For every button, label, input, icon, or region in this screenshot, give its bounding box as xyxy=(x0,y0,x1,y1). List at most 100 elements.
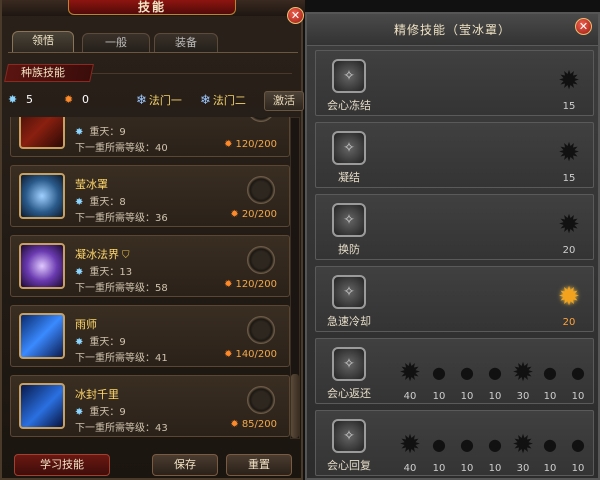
node-icon[interactable]: ✹ xyxy=(557,68,581,94)
node-value: 30 xyxy=(516,463,530,474)
skill-requirement: 下一重所需等级：36 xyxy=(75,213,168,224)
star-icon: ✸ xyxy=(75,127,84,138)
skill-stat: ✸ 重天：13 xyxy=(75,267,133,278)
node-icon[interactable]: ● xyxy=(457,435,477,455)
node-icon[interactable]: ● xyxy=(485,363,505,383)
tab-equipment[interactable]: 装备 xyxy=(154,33,218,53)
star-icon: ✸ xyxy=(75,267,84,278)
node-icon[interactable]: ● xyxy=(568,363,588,383)
node-icon[interactable]: ✹ xyxy=(557,284,581,310)
skill-name: 雨师 xyxy=(75,318,97,331)
snowflake-icon: ❄ xyxy=(200,93,211,108)
refine-name: 会心回复 xyxy=(327,459,371,472)
node-value: 20 xyxy=(562,245,576,256)
refine-row: ✧ 会心返还 ✹ ● ● ● ✹ ● ● 40 10 10 10 30 10 1… xyxy=(315,338,594,404)
node-icon[interactable]: ✹ xyxy=(557,140,581,166)
rune-icon: ✧ xyxy=(332,59,366,93)
star-icon: ✸ xyxy=(75,337,84,348)
node-value: 10 xyxy=(543,391,557,402)
skill-card[interactable]: 冰封千里 ✸ 重天：9 下一重所需等级：43 ✹ 85/200 xyxy=(10,375,290,437)
skill-cost: ✹ 120/200 xyxy=(224,279,277,290)
flame-icon: ✹ xyxy=(230,419,239,430)
upgrade-ring[interactable] xyxy=(247,246,275,274)
refine-row: ✧ 会心冻结 ✹ 15 xyxy=(315,50,594,116)
refine-title: 精修技能（莹冰罩） xyxy=(307,14,598,46)
skill-list-scrollbar[interactable] xyxy=(290,117,300,439)
skill-requirement: 下一重所需等级：41 xyxy=(75,353,168,364)
school-two-button[interactable]: ❄ 法门二 xyxy=(200,92,246,110)
race-skill-label: 种族技能 xyxy=(21,66,65,79)
upgrade-ring[interactable] xyxy=(247,176,275,204)
skill-card[interactable]: 雨师 ✸ 重天：9 下一重所需等级：41 ✹ 140/200 xyxy=(10,305,290,367)
node-icon[interactable]: ✹ xyxy=(398,360,422,386)
node-icon[interactable]: ● xyxy=(540,363,560,383)
node-value: 10 xyxy=(432,463,446,474)
skill-cost: ✹ 20/200 xyxy=(230,209,277,220)
reset-button[interactable]: 重置 xyxy=(226,454,292,476)
node-icon[interactable]: ● xyxy=(457,363,477,383)
node-value: 10 xyxy=(571,463,585,474)
refine-name: 会心返还 xyxy=(327,387,371,400)
tab-comprehend[interactable]: 领悟 xyxy=(12,31,74,53)
school-one-button[interactable]: ❄ 法门一 xyxy=(136,92,182,110)
node-icon[interactable]: ✹ xyxy=(511,360,535,386)
scroll-thumb[interactable] xyxy=(291,374,299,438)
node-value: 10 xyxy=(488,463,502,474)
node-icon[interactable]: ● xyxy=(429,363,449,383)
node-icon[interactable]: ● xyxy=(429,435,449,455)
upgrade-ring[interactable] xyxy=(247,117,275,122)
skill-stat: ✸ 重天：9 xyxy=(75,127,126,138)
skill-stat: ✸ 重天：8 xyxy=(75,197,126,208)
skill-cost: ✹ 85/200 xyxy=(230,419,277,430)
node-value: 10 xyxy=(488,391,502,402)
rune-icon: ✧ xyxy=(332,419,366,453)
skill-panel: 技能 领悟 一般 装备 种族技能 ✸ 5 ✹ 0 ❄ 法门一 ❄ 法门二 激活 ✸ 重… xyxy=(0,0,305,480)
tab-general[interactable]: 一般 xyxy=(82,33,150,53)
learn-skill-button[interactable]: 学习技能 xyxy=(14,454,110,476)
skill-card[interactable]: 凝冰法界 ⛉ ✸ 重天：13 下一重所需等级：58 ✹ 120/200 xyxy=(10,235,290,297)
upgrade-ring[interactable] xyxy=(247,316,275,344)
skill-cost: ✹ 120/200 xyxy=(224,139,277,150)
star-icon: ✸ xyxy=(75,407,84,418)
node-value: 10 xyxy=(432,391,446,402)
skill-card[interactable]: ✸ 重天：9 下一重所需等级：40 ✹ 120/200 xyxy=(10,117,290,157)
node-value: 10 xyxy=(543,463,557,474)
node-icon[interactable]: ● xyxy=(540,435,560,455)
node-icon[interactable]: ● xyxy=(568,435,588,455)
school-one-label: 法门一 xyxy=(148,94,182,107)
node-icon[interactable]: ✹ xyxy=(557,212,581,238)
save-button[interactable]: 保存 xyxy=(152,454,218,476)
node-value: 40 xyxy=(403,463,417,474)
skill-cost: ✹ 140/200 xyxy=(224,349,277,360)
rune-icon: ✧ xyxy=(332,131,366,165)
skill-requirement: 下一重所需等级：58 xyxy=(75,283,168,294)
flame-icon: ✹ xyxy=(64,93,74,106)
close-icon[interactable]: ✕ xyxy=(575,18,592,35)
refine-panel: 精修技能（莹冰罩） ✕ ✧ 会心冻结 ✹ 15 ✧ 凝结 ✹ 15 ✧ 换防 ✹… xyxy=(305,12,600,480)
node-icon[interactable]: ● xyxy=(485,435,505,455)
node-value: 10 xyxy=(460,391,474,402)
upgrade-ring[interactable] xyxy=(247,386,275,414)
skill-name: 冰封千里 xyxy=(75,388,119,401)
node-icon[interactable]: ✹ xyxy=(511,432,535,458)
section-divider xyxy=(92,73,292,74)
frost-icon xyxy=(19,383,65,429)
tab-divider xyxy=(8,52,298,53)
activate-button[interactable]: 激活 xyxy=(264,91,304,111)
school-two-label: 法门二 xyxy=(212,94,246,107)
rune-icon: ✧ xyxy=(332,275,366,309)
close-icon[interactable]: ✕ xyxy=(287,7,304,24)
node-value: 15 xyxy=(562,101,576,112)
node-value: 30 xyxy=(516,391,530,402)
rain-icon xyxy=(19,313,65,359)
flame-icon: ✹ xyxy=(230,209,239,220)
blue-star-icon: ✸ xyxy=(8,93,18,106)
skill-stat: ✸ 重天：9 xyxy=(75,337,126,348)
flame-icon: ✹ xyxy=(224,349,233,360)
refine-row: ✧ 会心回复 ✹ ● ● ● ✹ ● ● 40 10 10 10 30 10 1… xyxy=(315,410,594,476)
node-icon[interactable]: ✹ xyxy=(398,432,422,458)
skill-requirement: 下一重所需等级：43 xyxy=(75,423,168,434)
node-value: 10 xyxy=(571,391,585,402)
skill-card[interactable]: 莹冰罩 ✸ 重天：8 下一重所需等级：36 ✹ 20/200 xyxy=(10,165,290,227)
slash-icon xyxy=(19,117,65,149)
